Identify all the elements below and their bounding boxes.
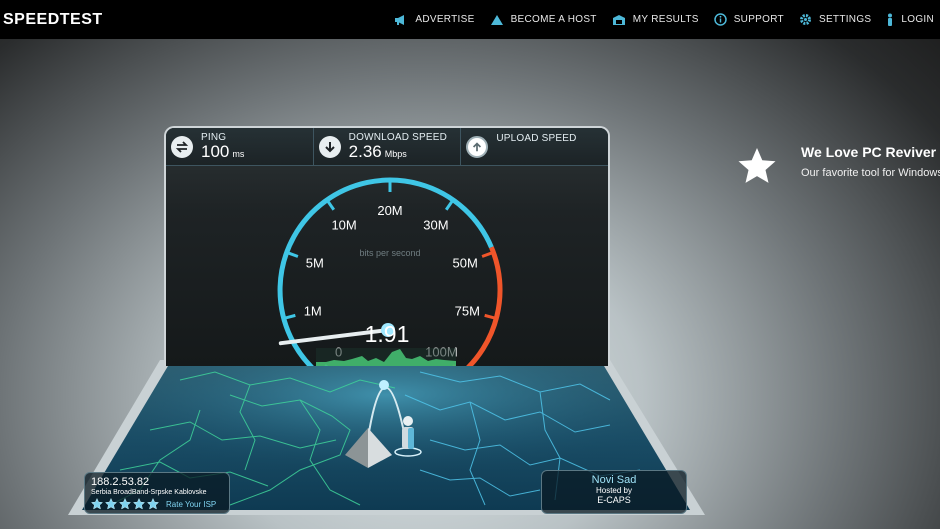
gauge-tick-label: 50M — [453, 256, 478, 271]
ad-text: Our favorite tool for Windows and mainte… — [801, 167, 940, 179]
ping-icon — [171, 135, 193, 158]
rating-stars-icon[interactable] — [91, 498, 163, 510]
gauge-unit-label: bits per second — [359, 248, 420, 258]
client-isp: Serbia BroadBand-Srpske Kablovske — [91, 489, 207, 496]
client-ip: 188.2.53.82 — [91, 476, 150, 488]
download-unit: Mbps — [384, 148, 407, 159]
upload-stat: UPLOAD SPEED — [461, 128, 608, 165]
gauge-tick-mark — [285, 313, 296, 320]
server-city: Novi Sad — [591, 474, 637, 486]
gauge-tick-label: 20M — [377, 203, 402, 218]
gauge-current-speed: 1.91 — [365, 321, 410, 347]
gauge-tick-label: 5M — [306, 256, 324, 271]
server-hosted-label: Hosted by — [595, 486, 633, 495]
download-arrow-icon — [318, 135, 341, 158]
gauge-tick-mark — [444, 200, 454, 211]
gauge-tick-mark — [484, 313, 495, 320]
gauge-tick-mark — [326, 200, 336, 211]
speed-gauge-panel: PING 100 ms DOWNLOAD SPEED 2.36 Mbps UPLOA… — [164, 126, 610, 366]
gauge-tick-mark — [481, 251, 492, 258]
star-icon — [738, 148, 776, 183]
client-info-box: 188.2.53.82 Serbia BroadBand-Srpske Kabl… — [84, 472, 230, 514]
gauge-tick-mark — [288, 251, 299, 258]
upload-arrow-icon — [466, 135, 489, 158]
speed-gauge: 01M5M10M20M30M50M75M100M bits per second… — [277, 177, 503, 366]
server-sponsor: E-CAPS — [597, 495, 631, 505]
ping-unit: ms — [232, 148, 245, 159]
ping-value: 100 — [201, 141, 230, 161]
gauge-tick-label: 75M — [455, 304, 480, 319]
rate-isp-link[interactable]: Rate Your ISP — [166, 500, 216, 509]
gauge-tick-label: 10M — [331, 217, 356, 232]
ad-title[interactable]: We Love PC Reviver — [801, 144, 936, 160]
speed-history-graph — [316, 348, 456, 366]
download-stat: DOWNLOAD SPEED 2.36 Mbps — [314, 128, 462, 165]
gauge-tick-label: 1M — [304, 304, 322, 319]
upload-label: UPLOAD SPEED — [496, 133, 577, 144]
ping-stat: PING 100 ms — [166, 128, 314, 165]
gauge-tick-label: 30M — [423, 217, 448, 232]
rate-isp-row[interactable]: Rate Your ISP — [91, 498, 223, 510]
stats-bar: PING 100 ms DOWNLOAD SPEED 2.36 Mbps UPLOA… — [166, 128, 608, 166]
server-info-box[interactable]: Novi Sad Hosted by E-CAPS — [541, 470, 687, 514]
download-value: 2.36 — [348, 141, 382, 161]
